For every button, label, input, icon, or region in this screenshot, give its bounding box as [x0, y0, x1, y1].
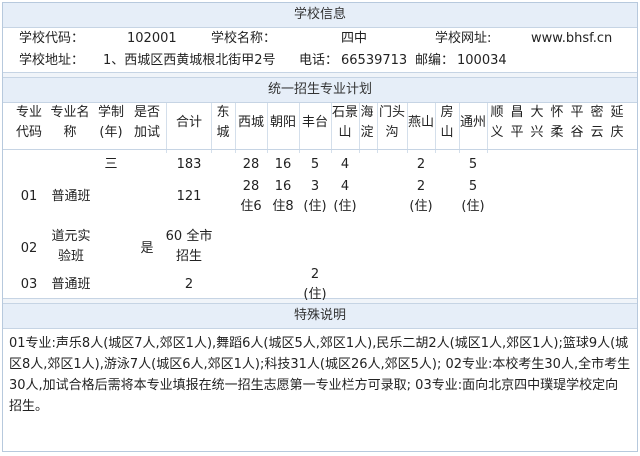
- school-info-header: 学校信息: [3, 3, 637, 28]
- phone-value: 66539713: [341, 53, 408, 68]
- address-value: 1、西城区西黄城根北街甲2号: [103, 53, 276, 68]
- col-dongcheng: 东城: [216, 105, 230, 140]
- col-miyun: 密云: [590, 105, 604, 140]
- shijingshan-all: 4: [340, 157, 350, 172]
- col-xicheng: 西城: [237, 115, 264, 130]
- row-name: 道元实 验班: [51, 229, 91, 264]
- row-fengtai: 2 (住): [303, 267, 327, 302]
- school-info-row-2: 学校地址： 1、西城区西黄城根北街甲2号 电话： 66539713 邮编： 10…: [3, 50, 637, 72]
- xicheng-all: 28: [242, 157, 260, 172]
- col-tongzhou: 通州: [459, 115, 486, 130]
- address-label: 学校地址：: [19, 53, 85, 68]
- row-tongzhou: 5 (住): [461, 179, 485, 214]
- col-total: 合计: [175, 115, 202, 130]
- term-all: 三: [104, 157, 118, 172]
- name-value: 四中: [341, 31, 368, 46]
- row-name: 普通班: [51, 277, 91, 292]
- notes-header: 特殊说明: [3, 304, 637, 329]
- col-mentougou: 门头沟: [378, 105, 405, 140]
- plan-header: 统一招生专业计划: [3, 78, 637, 103]
- col-haidian: 海淀: [360, 105, 374, 140]
- col-pinggu: 平谷: [570, 105, 584, 140]
- row-exam: 是: [140, 241, 154, 256]
- chaoyang-all: 16: [274, 157, 292, 172]
- plan-table: 专业 代码 专业名称 学制 (年) 是否 加试 合计 东城 西城 朝阳 丰台 石景山 …: [3, 103, 637, 302]
- school-info-panel: 学校信息 学校代码： 102001 学校名称： 四中 学校网址: www.bhs…: [2, 2, 638, 452]
- row-total: 121: [176, 189, 202, 204]
- url-label: 学校网址:: [435, 31, 492, 46]
- code-label: 学校代码：: [19, 31, 85, 46]
- url-link[interactable]: www.bhsf.cn: [531, 28, 612, 50]
- row-shijingshan: 4 (住): [333, 179, 357, 214]
- postal-label: 邮编：: [415, 53, 455, 68]
- col-fangshan: 房山: [440, 105, 454, 140]
- phone-label: 电话：: [299, 53, 339, 68]
- name-label: 学校名称：: [211, 31, 277, 46]
- row-fengtai: 3 (住): [303, 179, 327, 214]
- total-all: 183: [176, 157, 202, 172]
- code-value: 102001: [127, 31, 177, 46]
- yanshan-all: 2: [416, 157, 426, 172]
- tongzhou-all: 5: [468, 157, 478, 172]
- row-total: 60 全市 招生: [165, 229, 213, 264]
- row-yanshan: 2 (住): [409, 179, 433, 214]
- col-name: 专业名称: [50, 105, 90, 140]
- col-changping: 昌平: [510, 105, 524, 140]
- col-huairou: 怀柔: [550, 105, 564, 140]
- row-name: 普通班: [51, 189, 91, 204]
- col-term: 学制 (年): [97, 105, 124, 140]
- postal-value: 100034: [457, 53, 507, 68]
- notes-text: 01专业:声乐8人(城区7人,郊区1人),舞蹈6人(城区5人,郊区1人),民乐二…: [9, 336, 631, 414]
- row-xicheng: 28 住6: [240, 179, 262, 214]
- row-chaoyang: 16 住8: [272, 179, 294, 214]
- col-fengtai: 丰台: [301, 115, 328, 130]
- col-exam: 是否 加试: [133, 105, 160, 140]
- fengtai-all: 5: [310, 157, 320, 172]
- col-shunyi: 顺义: [490, 105, 504, 140]
- col-daxing: 大兴: [530, 105, 544, 140]
- col-yanqing: 延庆: [610, 105, 624, 140]
- col-yanshan: 燕山: [407, 115, 434, 130]
- col-chaoyang: 朝阳: [269, 115, 296, 130]
- school-info-row-1: 学校代码： 102001 学校名称： 四中 学校网址: www.bhsf.cn: [3, 28, 637, 50]
- row-total: 2: [184, 277, 194, 292]
